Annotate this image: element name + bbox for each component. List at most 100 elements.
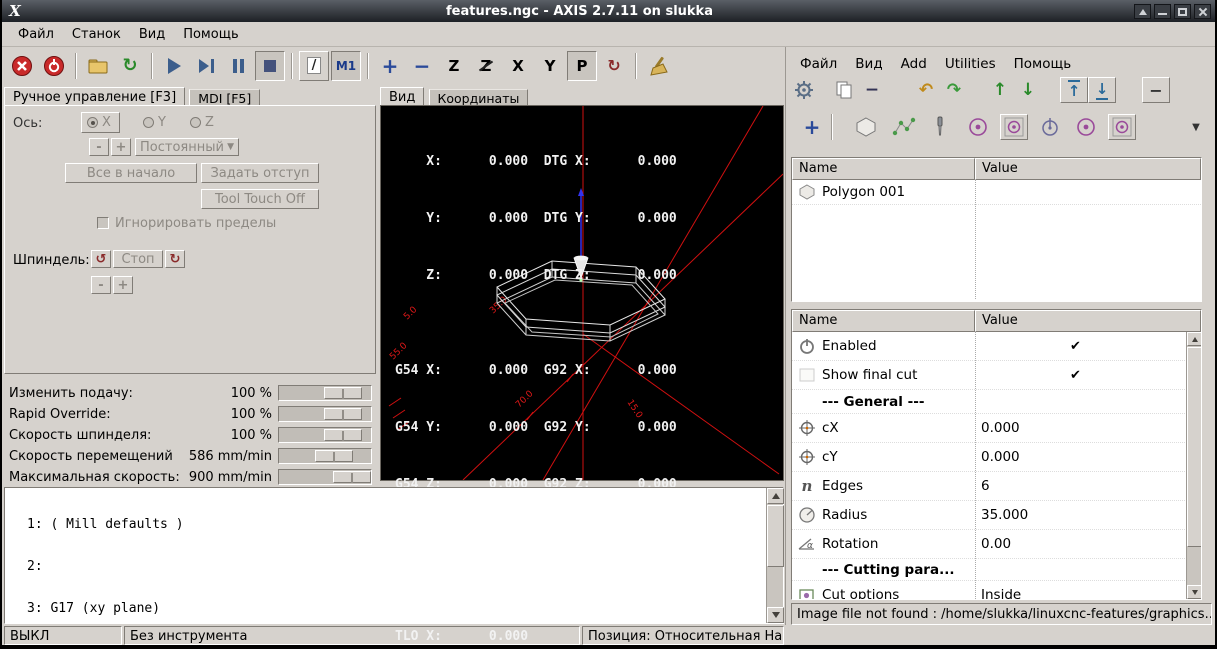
delete-button[interactable]: − bbox=[858, 77, 886, 103]
jog-mode-dropdown[interactable]: Постоянный▼ bbox=[135, 138, 239, 156]
scroll-down-button[interactable] bbox=[767, 607, 784, 623]
move-down-button[interactable]: ↓ bbox=[1014, 77, 1042, 103]
features-menu-utilities[interactable]: Utilities bbox=[937, 53, 1004, 75]
boss-feature-button[interactable] bbox=[1072, 114, 1100, 140]
column-header-value[interactable]: Value bbox=[975, 158, 1201, 180]
view-z-rotated-button[interactable]: Z bbox=[471, 51, 501, 81]
add-feature-button[interactable]: + bbox=[798, 114, 826, 140]
menu-file[interactable]: Файл bbox=[10, 24, 62, 45]
polygon-feature-button[interactable] bbox=[852, 114, 880, 140]
tree-row-polygon-001[interactable]: Polygon 001 bbox=[792, 180, 1201, 205]
spindle-cw-button[interactable]: ↻ bbox=[165, 250, 185, 268]
estop-button[interactable] bbox=[7, 51, 37, 81]
param-value[interactable]: Inside bbox=[975, 587, 1021, 600]
titlebar[interactable]: X features.ngc - AXIS 2.7.11 on slukka bbox=[2, 0, 1215, 22]
param-row-cx[interactable]: cX 0.000 bbox=[792, 414, 1201, 443]
menu-view[interactable]: Вид bbox=[131, 24, 173, 45]
axis-x-radio[interactable]: X bbox=[81, 112, 120, 133]
gcode-listing[interactable]: 1: ( Mill defaults ) 2: 3: G17 (xy plane… bbox=[4, 487, 784, 624]
run-button[interactable] bbox=[159, 51, 189, 81]
rapid-override-slider[interactable] bbox=[278, 406, 372, 422]
duplicate-button[interactable] bbox=[830, 77, 858, 103]
spindle-minus-button[interactable]: - bbox=[91, 276, 111, 294]
features-menu-help[interactable]: Помощь bbox=[1006, 53, 1080, 75]
param-value[interactable]: 0.000 bbox=[975, 420, 1020, 436]
spindle-ccw-button[interactable]: ↺ bbox=[91, 250, 111, 268]
param-row-cy[interactable]: cY 0.000 bbox=[792, 443, 1201, 472]
features-menu-add[interactable]: Add bbox=[893, 53, 935, 75]
scroll-up-button[interactable] bbox=[767, 488, 784, 504]
reload-file-button[interactable]: ↻ bbox=[115, 51, 145, 81]
collapse-button[interactable]: − bbox=[1142, 77, 1170, 103]
params-scrollbar[interactable] bbox=[1186, 332, 1201, 599]
view-perspective-button[interactable]: P bbox=[567, 51, 597, 81]
axis-z-radio[interactable]: Z bbox=[190, 115, 214, 130]
optional-stop-toggle[interactable]: M1 bbox=[331, 51, 361, 81]
redo-button[interactable]: ↷ bbox=[940, 77, 968, 103]
more-features-dropdown[interactable]: ▼ bbox=[1182, 114, 1210, 140]
stop-button[interactable] bbox=[255, 51, 285, 81]
checkbox-checked-icon[interactable]: ✔ bbox=[1070, 368, 1081, 383]
view-y-button[interactable]: Y bbox=[535, 51, 565, 81]
param-value[interactable]: 6 bbox=[975, 478, 990, 494]
max-velocity-slider[interactable] bbox=[278, 469, 372, 485]
column-header-name[interactable]: Name bbox=[792, 158, 975, 180]
column-header-value[interactable]: Value bbox=[975, 310, 1201, 332]
view-x-button[interactable]: X bbox=[503, 51, 533, 81]
pause-button[interactable] bbox=[223, 51, 253, 81]
param-value[interactable]: 0.000 bbox=[975, 449, 1020, 465]
slider-handle[interactable] bbox=[315, 450, 353, 462]
clear-plot-button[interactable] bbox=[643, 51, 673, 81]
jog-plus-button[interactable]: + bbox=[111, 138, 131, 156]
maximize-button[interactable] bbox=[1174, 4, 1191, 19]
step-button[interactable] bbox=[191, 51, 221, 81]
probe-tool-button[interactable] bbox=[926, 114, 954, 140]
zoom-in-button[interactable]: + bbox=[375, 51, 405, 81]
scroll-up-button[interactable] bbox=[1187, 332, 1201, 346]
param-row-radius[interactable]: Radius 35.000 bbox=[792, 501, 1201, 530]
move-up-button[interactable]: ↑ bbox=[986, 77, 1014, 103]
features-menu-view[interactable]: Вид bbox=[847, 53, 890, 75]
zoom-out-button[interactable]: − bbox=[407, 51, 437, 81]
scrollbar-thumb[interactable] bbox=[767, 505, 784, 567]
touch-off-button[interactable]: Задать отступ bbox=[201, 163, 319, 183]
jog-minus-button[interactable]: - bbox=[89, 138, 109, 156]
home-all-button[interactable]: Все в начало bbox=[65, 163, 197, 183]
param-value[interactable]: 0.00 bbox=[975, 536, 1011, 552]
param-row-enabled[interactable]: Enabled ✔ bbox=[792, 332, 1201, 361]
spindle-override-slider[interactable] bbox=[278, 427, 372, 443]
menu-machine[interactable]: Станок bbox=[64, 24, 129, 45]
shade-button[interactable] bbox=[1134, 4, 1151, 19]
feed-override-slider[interactable] bbox=[278, 385, 372, 401]
move-to-bottom-button[interactable]: ↓ bbox=[1088, 77, 1116, 103]
skip-lines-toggle[interactable]: / bbox=[299, 51, 329, 81]
param-row-edges[interactable]: n Edges 6 bbox=[792, 472, 1201, 501]
spindle-plus-button[interactable]: + bbox=[113, 276, 133, 294]
polyline-feature-button[interactable] bbox=[890, 114, 918, 140]
axis-y-radio[interactable]: Y bbox=[143, 115, 166, 130]
ignore-limits-checkbox[interactable]: Игнорировать пределы bbox=[97, 216, 276, 231]
slot-feature-button[interactable] bbox=[1108, 114, 1136, 140]
scroll-down-button[interactable] bbox=[1187, 585, 1201, 599]
settings-button[interactable] bbox=[790, 77, 818, 103]
slider-handle[interactable] bbox=[324, 408, 362, 420]
close-button[interactable] bbox=[1194, 4, 1211, 19]
param-row-rotation[interactable]: α Rotation 0.00 bbox=[792, 530, 1201, 559]
open-file-button[interactable] bbox=[83, 51, 113, 81]
undo-button[interactable]: ↶ bbox=[912, 77, 940, 103]
param-value[interactable]: 35.000 bbox=[975, 507, 1028, 523]
jog-speed-slider[interactable] bbox=[278, 448, 372, 464]
slider-handle[interactable] bbox=[324, 429, 362, 441]
circle-feature-button[interactable] bbox=[964, 114, 992, 140]
slider-handle[interactable] bbox=[324, 387, 362, 399]
spindle-stop-button[interactable]: Стоп bbox=[113, 250, 163, 268]
tool-touch-off-button[interactable]: Tool Touch Off bbox=[201, 189, 319, 209]
scrollbar-thumb[interactable] bbox=[1187, 347, 1201, 547]
param-row-show-final-cut[interactable]: Show final cut ✔ bbox=[792, 361, 1201, 390]
features-menu-file[interactable]: Файл bbox=[792, 53, 845, 75]
param-row-cut-options[interactable]: Cut options Inside bbox=[792, 581, 1201, 599]
pocket-feature-button[interactable] bbox=[1000, 114, 1028, 140]
slider-handle[interactable] bbox=[333, 471, 371, 483]
rotate-view-button[interactable]: ↻ bbox=[599, 51, 629, 81]
checkbox-checked-icon[interactable]: ✔ bbox=[1070, 339, 1081, 354]
